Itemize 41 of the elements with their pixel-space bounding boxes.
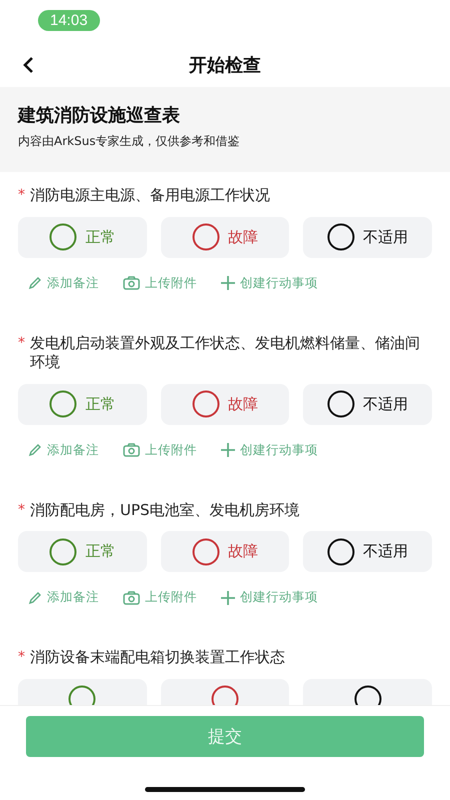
action-link[interactable]: 添加备注 [28,274,99,292]
camera-icon [123,443,140,457]
question-text: 发电机启动装置外观及工作状态、发电机燃料储量、储油间环境 [30,334,421,372]
plus-icon [221,443,235,457]
pencil-icon [28,443,42,457]
pencil-icon [28,276,42,290]
form-title: 建筑消防设施巡查表 [18,104,181,127]
option-button[interactable]: 正常 [18,531,147,572]
submit-button[interactable]: 提交 [26,716,424,757]
option-button[interactable]: 不适用 [303,531,432,572]
required-mark: * [18,500,25,519]
option-button[interactable]: 故障 [160,384,290,424]
camera-icon [123,276,140,290]
action-link[interactable]: 上传附件 [123,274,197,292]
plus-icon [221,590,235,604]
action-link[interactable]: 添加备注 [28,589,99,606]
action-link[interactable]: 添加备注 [28,442,99,458]
option-button[interactable]: 不适用 [303,216,432,258]
camera-icon [123,590,140,604]
option-button[interactable]: 正常 [18,216,147,258]
question-text: 消防设备末端配电箱切换装置工作状态 [30,648,285,668]
form-subtitle: 内容由ArkSus专家生成，仅供参考和借鉴 [18,133,241,150]
option-button[interactable]: 不适用 [303,384,432,424]
status-time: 14:03 [38,10,100,31]
action-link[interactable]: 创建行动事项 [221,589,318,606]
option-button[interactable]: 故障 [160,531,290,572]
required-mark: * [18,648,25,666]
action-link[interactable]: 上传附件 [123,589,197,606]
plus-icon [221,276,235,290]
question-text: 消防配电房，UPS电池室、发电机房环境 [30,500,300,520]
action-link[interactable]: 创建行动事项 [221,442,318,458]
page-title: 开始检查 [189,54,261,76]
back-icon[interactable] [21,56,35,74]
option-button[interactable]: 正常 [18,384,147,424]
option-button[interactable]: 故障 [160,216,290,258]
action-link[interactable]: 上传附件 [123,442,197,458]
required-mark: * [18,186,25,204]
question-text: 消防电源主电源、备用电源工作状况 [30,186,270,206]
required-mark: * [18,334,25,352]
action-link[interactable]: 创建行动事项 [221,274,318,292]
pencil-icon [28,590,42,604]
